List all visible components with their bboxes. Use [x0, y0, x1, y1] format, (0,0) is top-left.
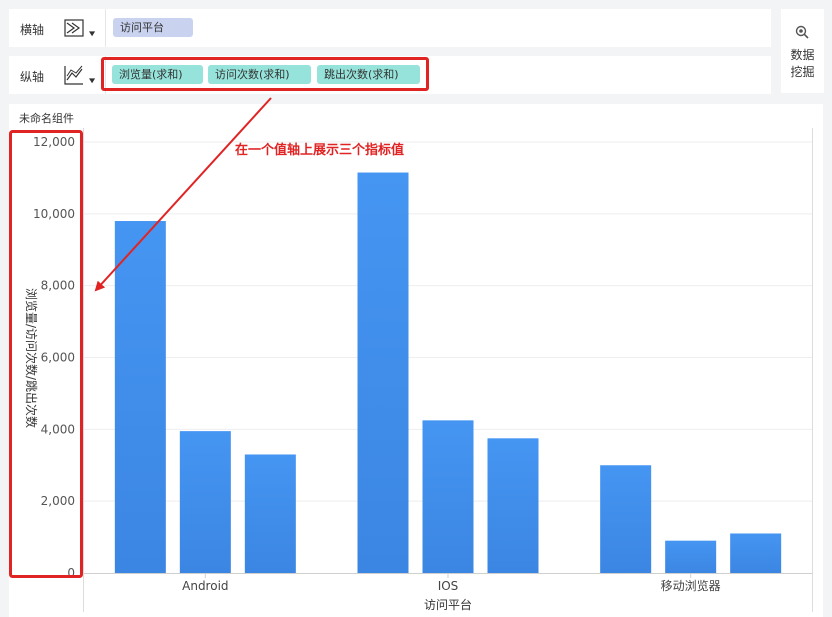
line-chart-icon[interactable]	[63, 64, 85, 86]
x-axis-config-row: 横轴 ▼ 访问平台	[9, 9, 771, 47]
y-axis-label: 纵轴	[20, 70, 45, 84]
y-axis-chevron-down-icon[interactable]: ▼	[89, 77, 95, 84]
x-axis-label: 横轴	[20, 23, 45, 37]
x-axis-chevron-down-icon[interactable]: ▼	[89, 30, 95, 37]
divider	[105, 9, 106, 47]
dimension-axis-icon[interactable]	[63, 17, 85, 39]
chart-component: 未命名组件	[9, 104, 823, 617]
measure-chips-highlight-box	[101, 57, 429, 91]
data-mining-label: 数据 挖掘	[781, 47, 824, 81]
data-mining-button[interactable]: 数据 挖掘	[781, 9, 824, 93]
component-title: 未命名组件	[19, 112, 74, 125]
data-mining-label-line1: 数据	[790, 48, 815, 62]
dimension-field-chip[interactable]: 访问平台	[113, 18, 193, 37]
data-mining-label-line2: 挖掘	[790, 65, 815, 79]
search-icon	[795, 25, 809, 39]
